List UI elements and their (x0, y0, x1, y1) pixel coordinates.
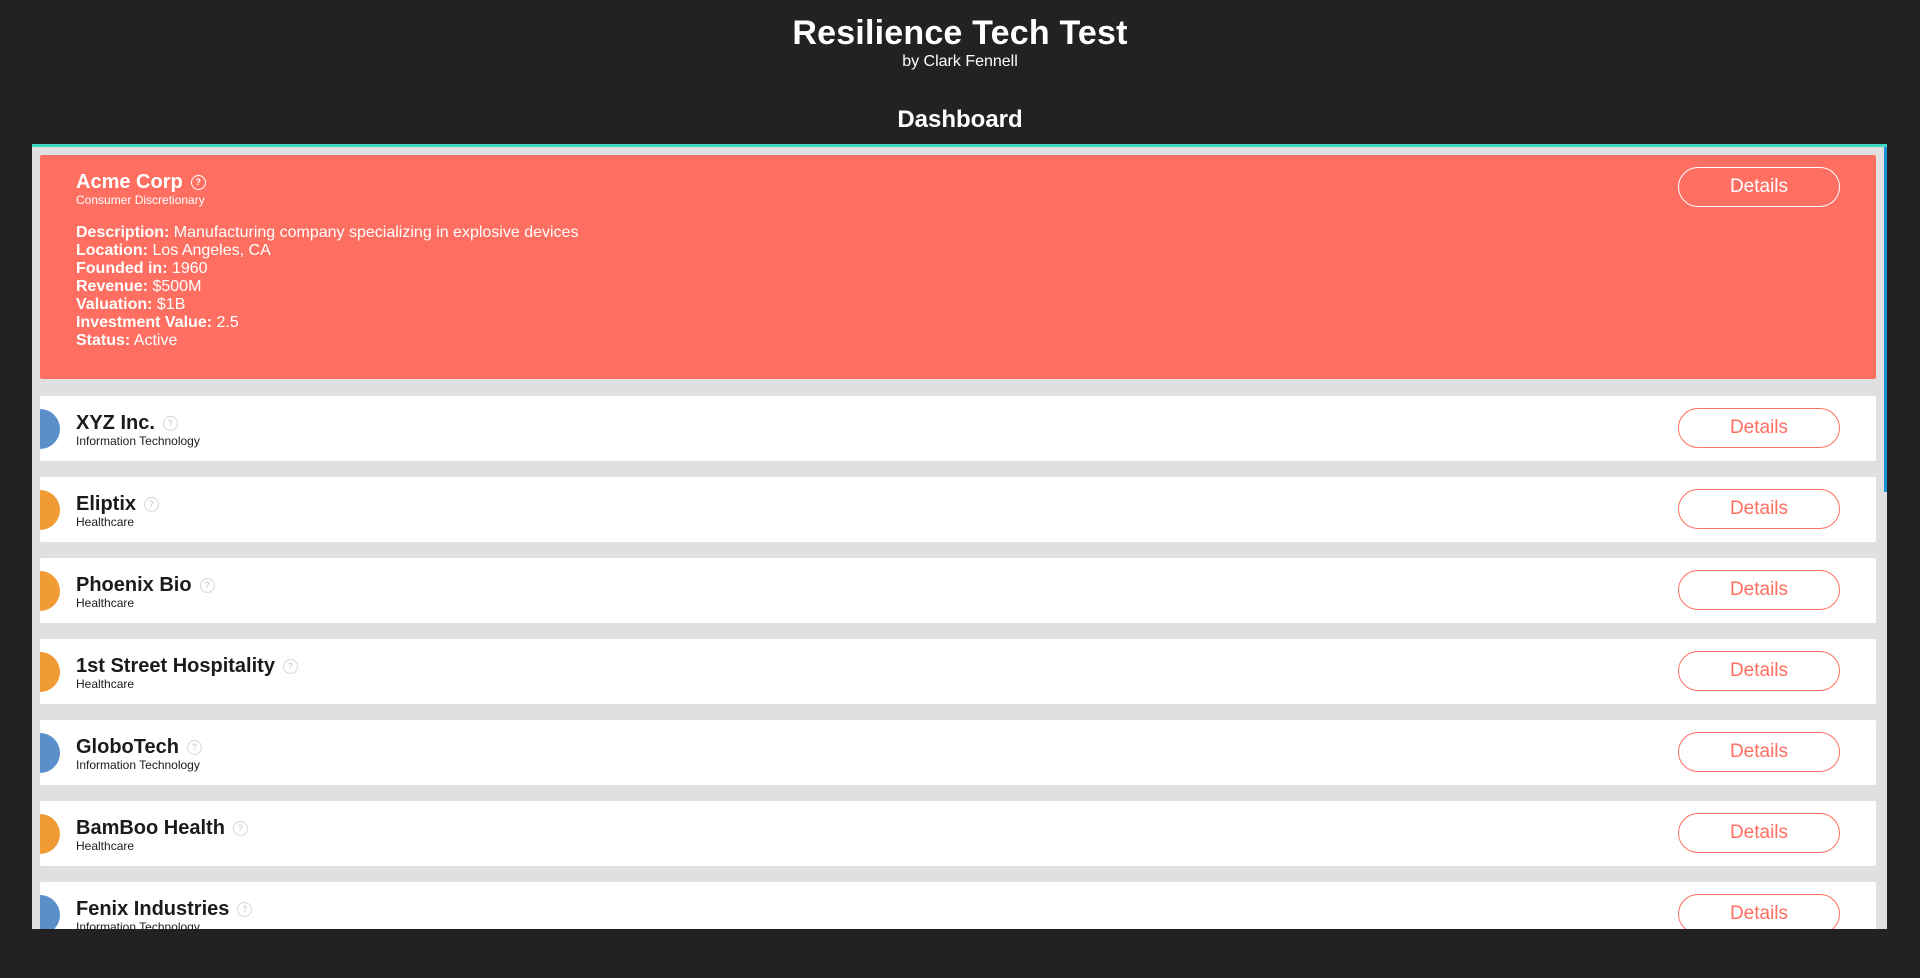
sector-accent-dot (40, 814, 60, 854)
app-title: Resilience Tech Test (792, 14, 1128, 52)
scrollbar[interactable] (1884, 147, 1887, 492)
info-label: Status: (76, 332, 131, 349)
info-revenue: Revenue: $500M (76, 278, 578, 296)
details-button[interactable]: Details (1678, 651, 1840, 691)
details-button[interactable]: Details (1678, 570, 1840, 610)
info-valuation: Valuation: $1B (76, 296, 578, 314)
info-description: Description: Manufacturing company speci… (76, 224, 578, 242)
details-button[interactable]: Details (1678, 408, 1840, 448)
company-name: GloboTech (76, 736, 179, 758)
company-name-row: GloboTech? (76, 736, 202, 759)
details-button[interactable]: Details (1678, 894, 1840, 929)
company-card[interactable]: XYZ Inc.? Information Technology Details (40, 396, 1876, 461)
info-value: Manufacturing company specializing in ex… (173, 224, 579, 241)
details-button[interactable]: Details (1678, 813, 1840, 853)
question-circle-icon[interactable]: ? (144, 497, 160, 512)
question-circle-icon[interactable]: ? (237, 902, 253, 917)
sector-accent-dot (40, 733, 60, 773)
company-name: Phoenix Bio (76, 574, 192, 596)
company-card[interactable]: GloboTech? Information Technology Details (40, 720, 1876, 785)
info-label: Location: (76, 242, 148, 259)
company-name: Eliptix (76, 493, 137, 515)
sector-accent-dot (40, 895, 60, 929)
sector-accent-dot (40, 571, 60, 611)
question-circle-icon[interactable]: ? (232, 821, 248, 836)
company-card[interactable]: Eliptix? Healthcare Details (40, 477, 1876, 542)
company-card-expanded[interactable]: Acme Corp ? Consumer Discretionary Detai… (40, 155, 1876, 379)
info-location: Location: Los Angeles, CA (76, 242, 578, 260)
info-value: 2.5 (216, 314, 239, 331)
company-name: Fenix Industries (76, 898, 230, 920)
company-name-row: Fenix Industries? (76, 898, 253, 921)
details-button[interactable]: Details (1678, 732, 1840, 772)
details-button[interactable]: Details (1678, 167, 1840, 207)
info-investment-value: Investment Value: 2.5 (76, 314, 578, 332)
company-name: 1st Street Hospitality (76, 655, 275, 677)
company-name-row: Acme Corp ? (76, 171, 206, 194)
company-name-row: XYZ Inc.? (76, 412, 178, 435)
company-sector: Consumer Discretionary (76, 193, 205, 207)
info-value: Active (133, 332, 178, 349)
question-circle-icon[interactable]: ? (199, 578, 215, 593)
sector-accent-dot (40, 409, 60, 449)
company-sector: Information Technology (76, 434, 200, 448)
company-sector: Healthcare (76, 677, 135, 691)
company-info: Description: Manufacturing company speci… (76, 224, 578, 350)
details-button[interactable]: Details (1678, 489, 1840, 529)
info-label: Description: (76, 224, 170, 241)
company-sector: Information Technology (76, 920, 200, 929)
info-label: Valuation: (76, 296, 153, 313)
info-status: Status: Active (76, 332, 578, 350)
info-value: Los Angeles, CA (152, 242, 271, 259)
dashboard-title: Dashboard (897, 106, 1023, 133)
company-name-row: BamBoo Health? (76, 817, 248, 840)
byline: by Clark Fennell (902, 53, 1018, 70)
sector-accent-dot (40, 490, 60, 530)
company-name-row: Phoenix Bio? (76, 574, 215, 597)
info-label: Founded in: (76, 260, 168, 277)
company-sector: Healthcare (76, 839, 135, 853)
info-label: Investment Value: (76, 314, 213, 331)
info-value: $1B (156, 296, 186, 313)
company-card[interactable]: Fenix Industries? Information Technology D… (40, 882, 1876, 929)
company-name: Acme Corp (76, 171, 183, 193)
company-name: BamBoo Health (76, 817, 225, 839)
question-circle-icon[interactable]: ? (190, 175, 206, 190)
info-value: 1960 (171, 260, 208, 277)
company-card[interactable]: Phoenix Bio? Healthcare Details (40, 558, 1876, 623)
sector-accent-dot (40, 652, 60, 692)
company-name: XYZ Inc. (76, 412, 155, 434)
company-sector: Information Technology (76, 758, 200, 772)
dashboard-panel: Acme Corp ? Consumer Discretionary Detai… (32, 144, 1887, 929)
company-sector: Healthcare (76, 515, 135, 529)
question-circle-icon[interactable]: ? (186, 740, 202, 755)
company-name-row: Eliptix? (76, 493, 160, 516)
question-circle-icon[interactable]: ? (162, 416, 178, 431)
info-founded: Founded in: 1960 (76, 260, 578, 278)
company-card[interactable]: BamBoo Health? Healthcare Details (40, 801, 1876, 866)
company-name-row: 1st Street Hospitality? (76, 655, 298, 678)
company-card[interactable]: 1st Street Hospitality? Healthcare Details (40, 639, 1876, 704)
info-label: Revenue: (76, 278, 149, 295)
company-sector: Healthcare (76, 596, 135, 610)
question-circle-icon[interactable]: ? (282, 659, 298, 674)
info-value: $500M (152, 278, 202, 295)
